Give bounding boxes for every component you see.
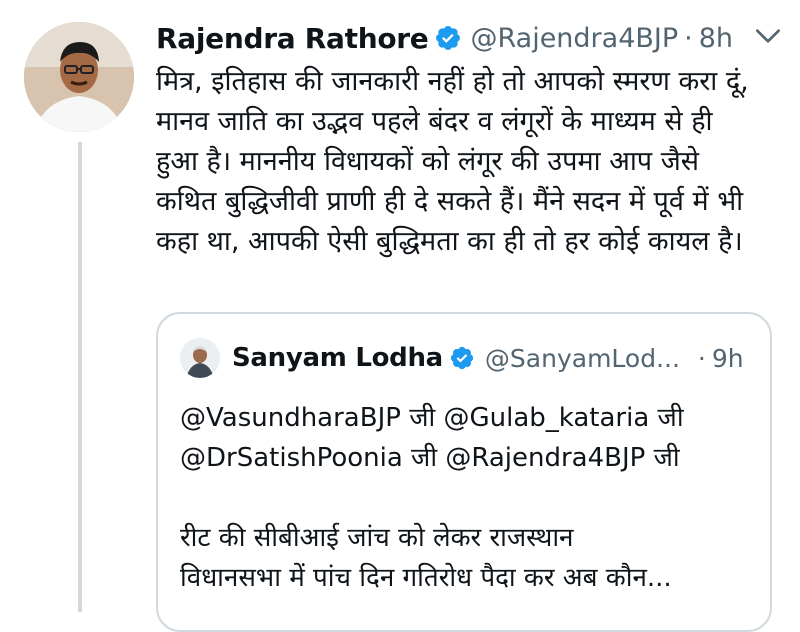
quoted-tweet-text: @VasundharaBJP जी @Gulab_kataria जी @DrS… (180, 403, 684, 593)
quoted-author-name[interactable]: Sanyam Lodha (232, 343, 443, 373)
author-name[interactable]: Rajendra Rathore (156, 22, 429, 55)
quoted-tweet-card[interactable]: Sanyam Lodha @SanyamLod... · 9h @Vasundh… (156, 312, 772, 632)
verified-badge-icon (436, 26, 461, 50)
quoted-author-avatar[interactable] (180, 338, 220, 378)
tweet-timestamp[interactable]: 8h (699, 23, 733, 54)
author-handle[interactable]: @Rajendra4BJP (470, 23, 678, 54)
avatar-portrait-icon (180, 338, 220, 378)
avatar-portrait-icon (24, 22, 134, 132)
quoted-tweet-timestamp[interactable]: 9h (712, 344, 744, 373)
separator-dot: · (697, 343, 706, 373)
quoted-author-handle[interactable]: @SanyamLod... (485, 344, 680, 373)
chevron-down-icon[interactable] (752, 20, 784, 52)
tweet-header: Rajendra Rathore @Rajendra4BJP · 8h (156, 18, 733, 58)
author-avatar[interactable] (24, 22, 134, 132)
thread-connector-line (78, 142, 82, 612)
tweet-text: मित्र, इतिहास की जानकारी नहीं हो तो आपको… (156, 66, 758, 257)
verified-badge-icon (450, 346, 474, 370)
separator-dot: · (684, 22, 693, 54)
quoted-tweet-header: Sanyam Lodha @SanyamLod... · 9h (232, 338, 744, 378)
